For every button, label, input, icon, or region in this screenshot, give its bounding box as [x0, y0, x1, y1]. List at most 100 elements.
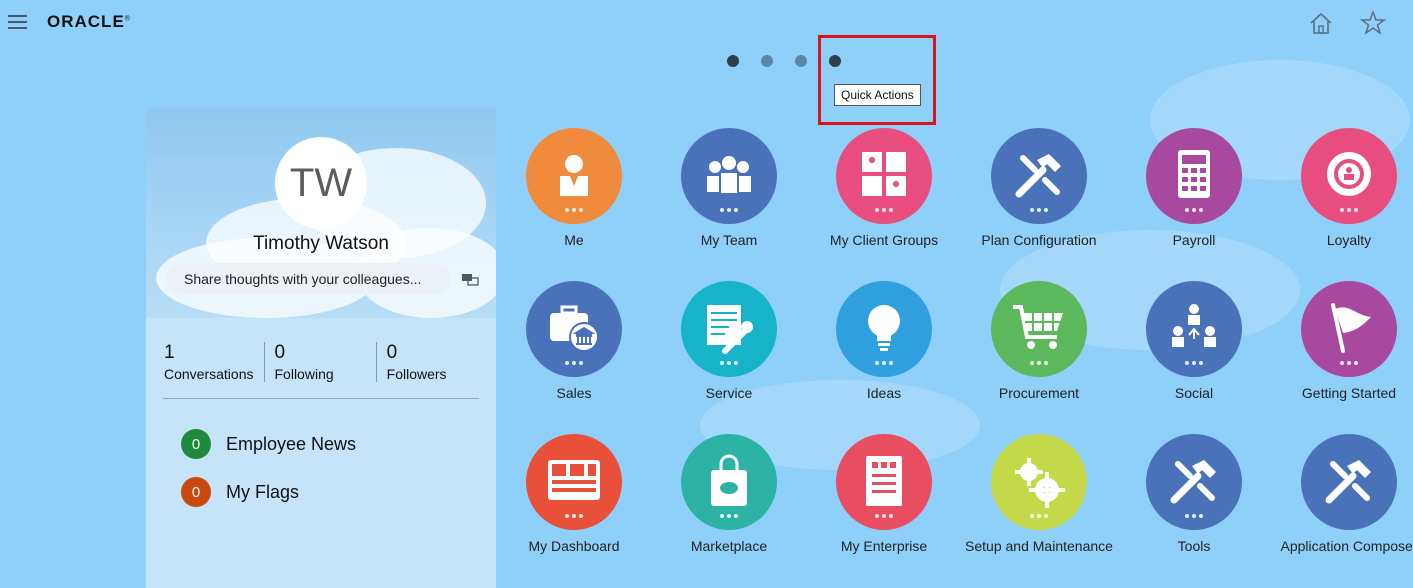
- app-setup-and-maintenance[interactable]: Setup and Maintenance: [964, 434, 1114, 553]
- app-label: Procurement: [998, 385, 1080, 401]
- service-wrench-icon: [707, 305, 753, 354]
- feed-employee-news[interactable]: 0 Employee News: [181, 429, 356, 459]
- share-thoughts-input[interactable]: [166, 263, 451, 294]
- highlight-box: [818, 35, 936, 125]
- more-dots-icon: [1185, 361, 1203, 365]
- more-dots-icon: [1030, 361, 1048, 365]
- carousel-dot-3[interactable]: [795, 55, 807, 67]
- app-label: Me: [564, 232, 584, 248]
- stat-conversations[interactable]: 1 Conversations: [164, 342, 265, 382]
- app-ideas[interactable]: Ideas: [809, 281, 959, 400]
- app-payroll[interactable]: Payroll: [1119, 128, 1269, 247]
- app-label: My Dashboard: [528, 538, 620, 554]
- more-dots-icon: [565, 361, 583, 365]
- app-social[interactable]: Social: [1119, 281, 1269, 400]
- app-label: My Team: [700, 232, 758, 248]
- profile-banner: TW Timothy Watson: [146, 108, 496, 318]
- user-name[interactable]: Timothy Watson: [146, 233, 496, 255]
- more-dots-icon: [875, 514, 893, 518]
- app-service[interactable]: Service: [654, 281, 804, 400]
- divider: [163, 398, 479, 399]
- more-dots-icon: [1185, 208, 1203, 212]
- person-icon: [560, 155, 588, 196]
- more-dots-icon: [565, 208, 583, 212]
- cart-icon: [1013, 305, 1063, 349]
- app-icon-circle: [836, 128, 932, 224]
- avatar[interactable]: TW: [275, 137, 367, 229]
- shopping-bag-icon: [711, 454, 747, 506]
- app-procurement[interactable]: Procurement: [964, 281, 1114, 400]
- more-dots-icon: [875, 361, 893, 365]
- app-label: Ideas: [866, 385, 902, 401]
- stat-following[interactable]: 0 Following: [275, 342, 377, 382]
- app-icon-circle: [991, 281, 1087, 377]
- app-label: Social: [1174, 385, 1214, 401]
- more-dots-icon: [720, 514, 738, 518]
- feed-label: My Flags: [226, 481, 300, 502]
- app-icon-circle: [681, 434, 777, 530]
- app-label: Loyalty: [1326, 232, 1372, 248]
- oracle-logo[interactable]: ORACLE®: [47, 12, 131, 32]
- app-icon-circle: [526, 128, 622, 224]
- app-icon-circle: [991, 434, 1087, 530]
- hamburger-menu-icon[interactable]: [8, 15, 27, 29]
- app-plan-configuration[interactable]: Plan Configuration: [964, 128, 1114, 247]
- app-marketplace[interactable]: Marketplace: [654, 434, 804, 553]
- app-tools[interactable]: Tools: [1119, 434, 1269, 553]
- count-badge: 0: [181, 477, 211, 507]
- app-my-enterprise[interactable]: My Enterprise: [809, 434, 959, 553]
- more-dots-icon: [565, 514, 583, 518]
- app-my-client-groups[interactable]: My Client Groups: [809, 128, 959, 247]
- app-application-composer[interactable]: Application Composer: [1274, 434, 1413, 553]
- app-label: Application Composer: [1280, 538, 1413, 554]
- feed-my-flags[interactable]: 0 My Flags: [181, 477, 299, 507]
- app-label: My Client Groups: [829, 232, 939, 248]
- stat-followers[interactable]: 0 Followers: [387, 342, 457, 382]
- tools-icon: [1015, 154, 1061, 198]
- app-my-dashboard[interactable]: My Dashboard: [499, 434, 649, 553]
- app-loyalty[interactable]: Loyalty: [1274, 128, 1413, 247]
- app-my-team[interactable]: My Team: [654, 128, 804, 247]
- calculator-icon: [1178, 150, 1210, 198]
- home-icon[interactable]: [1308, 11, 1334, 37]
- app-me[interactable]: Me: [499, 128, 649, 247]
- team-icon: [707, 156, 751, 193]
- more-dots-icon: [1030, 208, 1048, 212]
- app-icon-circle: [526, 281, 622, 377]
- app-icon-circle: [681, 281, 777, 377]
- briefcase-bank-icon: [550, 305, 599, 352]
- app-sales[interactable]: Sales: [499, 281, 649, 400]
- quick-actions-tooltip: Quick Actions: [834, 84, 921, 106]
- more-dots-icon: [1185, 514, 1203, 518]
- app-icon-circle: [1301, 434, 1397, 530]
- carousel-dot-2[interactable]: [761, 55, 773, 67]
- dashboard-icon: [548, 460, 600, 500]
- app-icon-circle: [526, 434, 622, 530]
- flag-icon: [1331, 303, 1371, 353]
- more-dots-icon: [1340, 361, 1358, 365]
- client-groups-icon: [862, 152, 906, 196]
- app-icon-circle: [991, 128, 1087, 224]
- carousel-dot-1[interactable]: [727, 55, 739, 67]
- tools-icon: [1170, 460, 1216, 504]
- count-badge: 0: [181, 429, 211, 459]
- more-dots-icon: [1340, 208, 1358, 212]
- app-label: Setup and Maintenance: [965, 538, 1113, 554]
- app-icon-circle: [836, 434, 932, 530]
- loyalty-badge-icon: [1327, 152, 1371, 196]
- more-dots-icon: [720, 361, 738, 365]
- top-header: ORACLE®: [0, 0, 1413, 46]
- app-icon-circle: [1146, 128, 1242, 224]
- more-dots-icon: [875, 208, 893, 212]
- app-label: Getting Started: [1301, 385, 1397, 401]
- conversation-icon[interactable]: [461, 272, 479, 288]
- feed-label: Employee News: [226, 433, 357, 454]
- app-getting-started[interactable]: Getting Started: [1274, 281, 1413, 400]
- more-dots-icon: [1030, 514, 1048, 518]
- app-icon-circle: [1301, 281, 1397, 377]
- favorites-star-icon[interactable]: [1360, 10, 1386, 36]
- app-icon-circle: [1146, 281, 1242, 377]
- app-icon-circle: [681, 128, 777, 224]
- app-icon-circle: [1146, 434, 1242, 530]
- app-label: Sales: [556, 385, 592, 401]
